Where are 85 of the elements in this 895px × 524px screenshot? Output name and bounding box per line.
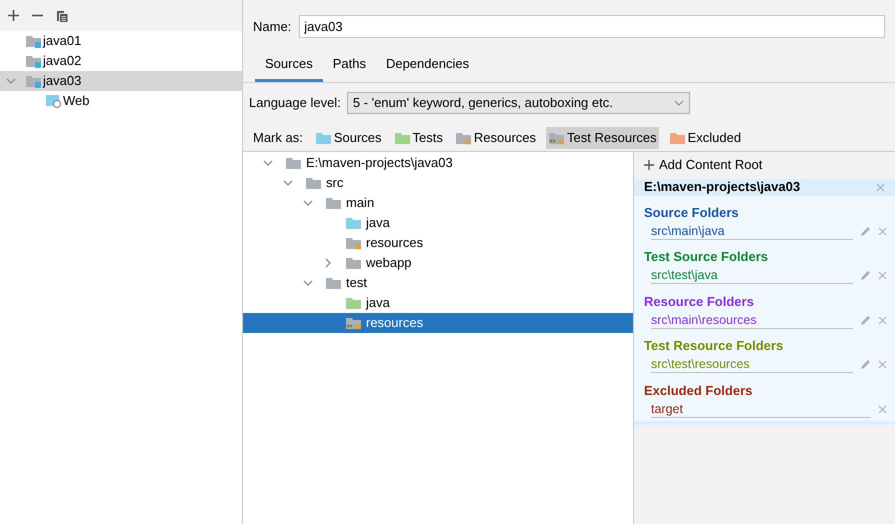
mark-as-button[interactable]: Tests — [392, 126, 445, 148]
close-icon[interactable] — [878, 404, 887, 414]
module-name: Web — [63, 92, 90, 110]
folder-path: target — [651, 400, 683, 416]
module-row[interactable]: java01 — [0, 31, 242, 51]
folder-icon — [454, 130, 472, 144]
name-label: Name: — [253, 18, 292, 36]
tree-row[interactable]: resources — [243, 232, 633, 252]
folder-group-title: Excluded Folders — [643, 382, 754, 400]
module-name: java03 — [43, 72, 82, 90]
folder-icon — [285, 156, 302, 170]
folder-name: main — [346, 194, 374, 212]
close-icon[interactable] — [878, 271, 887, 280]
tab[interactable]: Dependencies — [376, 52, 480, 82]
language-level-dropdown[interactable]: 5 - 'enum' keyword, generics, autoboxing etc. — [346, 92, 690, 114]
module-folder-icon — [25, 74, 42, 88]
mark-as-button[interactable]: Resources — [452, 126, 538, 148]
chevron-down-icon[interactable] — [303, 278, 313, 288]
folder-group-title: Resource Folders — [643, 292, 755, 310]
module-folder-icon — [25, 34, 42, 48]
folder-name: resources — [366, 234, 424, 252]
module-name: java02 — [43, 52, 82, 70]
folder-icon — [325, 196, 342, 210]
pencil-icon[interactable] — [860, 270, 871, 281]
folder-icon — [325, 276, 342, 290]
pencil-icon[interactable] — [860, 359, 871, 370]
content-root-path: E:\maven-projects\java03 — [644, 178, 800, 196]
tree-row[interactable]: webapp — [243, 252, 633, 272]
add-icon[interactable] — [8, 10, 19, 21]
close-icon[interactable] — [878, 316, 887, 324]
tree-row[interactable]: E:\maven-projects\java03 — [243, 152, 633, 172]
module-row[interactable]: java03 — [0, 71, 242, 91]
folder-icon — [314, 130, 332, 144]
pencil-icon[interactable] — [860, 314, 871, 326]
tree-row[interactable]: java — [243, 212, 633, 232]
chevron-right-icon[interactable] — [323, 258, 333, 268]
module-name: java01 — [43, 32, 82, 50]
chevron-down-icon[interactable] — [6, 76, 16, 86]
module-row[interactable]: java02 — [0, 51, 242, 71]
tree-row[interactable]: resources — [243, 312, 633, 332]
folder-name: test — [346, 274, 367, 292]
folder-name: src — [326, 174, 344, 192]
folder-path: src\main\java — [651, 222, 725, 238]
name-field[interactable]: java03 — [299, 15, 885, 38]
pencil-icon[interactable] — [860, 226, 871, 236]
folder-path: src\test\java — [651, 267, 718, 283]
folder-name: webapp — [366, 254, 412, 272]
copy-icon[interactable] — [56, 10, 68, 22]
folder-name: java — [366, 214, 390, 232]
folder-name: java — [366, 294, 390, 312]
mark-as-button[interactable]: Excluded — [666, 126, 744, 148]
folder-path: src\main\resources — [651, 312, 757, 328]
tab[interactable]: Paths — [322, 52, 376, 82]
folder-icon — [345, 316, 362, 330]
module-folder-icon — [25, 54, 42, 68]
tree-row[interactable]: java — [243, 292, 633, 312]
folder-icon — [345, 296, 362, 310]
folder-icon — [345, 236, 362, 250]
tree-row[interactable]: main — [243, 192, 633, 212]
folder-group-title: Test Resource Folders — [643, 337, 784, 355]
folder-group-title: Test Source Folders — [643, 248, 770, 266]
tree-row[interactable]: test — [243, 272, 633, 292]
tab[interactable]: Sources — [255, 52, 323, 82]
mark-as-button[interactable]: Test Resources — [546, 126, 659, 148]
close-icon[interactable] — [878, 226, 887, 236]
folder-path: src\test\resources — [651, 356, 750, 372]
mark-as-label: Mark as: — [253, 128, 303, 147]
folder-icon — [394, 130, 411, 144]
add-content-root-link[interactable]: Add Content Root — [659, 155, 762, 175]
close-icon[interactable] — [876, 182, 885, 192]
folder-name: E:\maven-projects\java03 — [306, 154, 453, 172]
folder-icon — [668, 130, 686, 144]
folder-icon — [548, 130, 566, 144]
folder-icon — [305, 176, 322, 190]
tree-row[interactable]: src — [243, 172, 633, 192]
module-row[interactable]: Web — [0, 91, 242, 111]
mark-as-button[interactable]: Sources — [312, 126, 384, 148]
close-icon[interactable] — [878, 360, 887, 369]
folder-group-title: Source Folders — [643, 204, 740, 222]
folder-icon — [345, 216, 362, 230]
folder-icon — [345, 256, 362, 270]
add-icon[interactable] — [644, 160, 654, 170]
web-module-icon — [45, 94, 62, 108]
folder-name: resources — [366, 314, 424, 332]
language-level-label: Language level: — [249, 94, 341, 112]
